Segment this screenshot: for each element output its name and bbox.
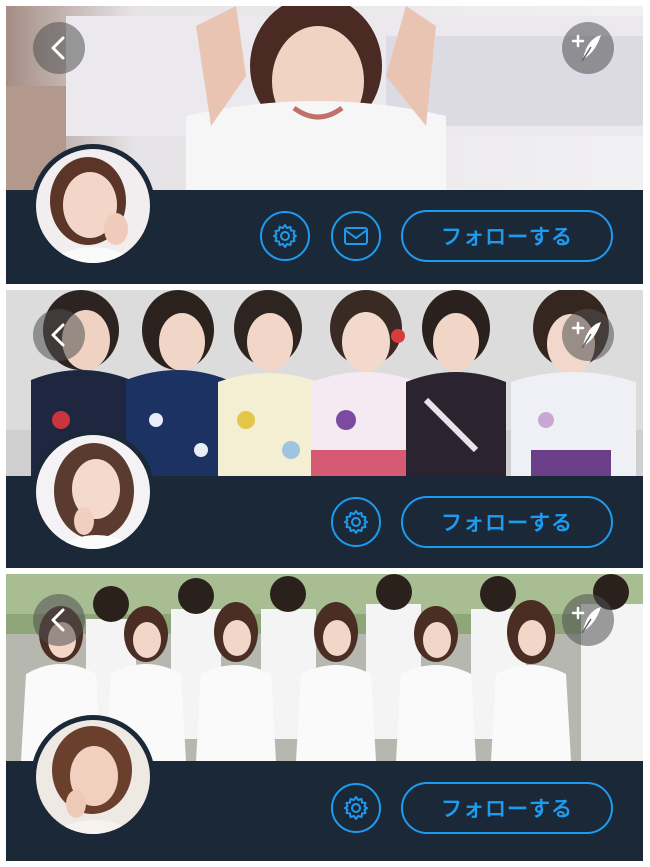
envelope-icon [344, 227, 368, 245]
gear-icon [273, 224, 297, 248]
compose-button[interactable] [562, 594, 614, 646]
settings-button[interactable] [260, 211, 310, 261]
settings-button[interactable] [331, 783, 381, 833]
compose-feather-icon [571, 321, 601, 349]
chevron-left-icon [51, 323, 65, 347]
follow-button[interactable]: フォローする [401, 496, 613, 548]
compose-feather-icon [571, 34, 601, 62]
back-button[interactable] [33, 594, 85, 646]
follow-button[interactable]: フォローする [401, 210, 613, 262]
avatar-photo [36, 149, 150, 263]
gear-icon [344, 796, 368, 820]
chevron-left-icon [51, 608, 65, 632]
compose-button[interactable] [562, 22, 614, 74]
avatar-photo [36, 435, 150, 549]
gear-icon [344, 510, 368, 534]
profile-header-2: フォローする [6, 290, 643, 568]
compose-button[interactable] [562, 309, 614, 361]
follow-button[interactable]: フォローする [401, 782, 613, 834]
profile-header-3: フォローする [6, 574, 643, 861]
chevron-left-icon [51, 36, 65, 60]
avatar[interactable] [31, 144, 155, 268]
profile-header-1: フォローする [6, 6, 643, 284]
back-button[interactable] [33, 22, 85, 74]
settings-button[interactable] [331, 497, 381, 547]
avatar[interactable] [31, 715, 155, 839]
compose-feather-icon [571, 606, 601, 634]
message-button[interactable] [331, 211, 381, 261]
back-button[interactable] [33, 309, 85, 361]
avatar[interactable] [31, 430, 155, 554]
avatar-photo [36, 720, 150, 834]
